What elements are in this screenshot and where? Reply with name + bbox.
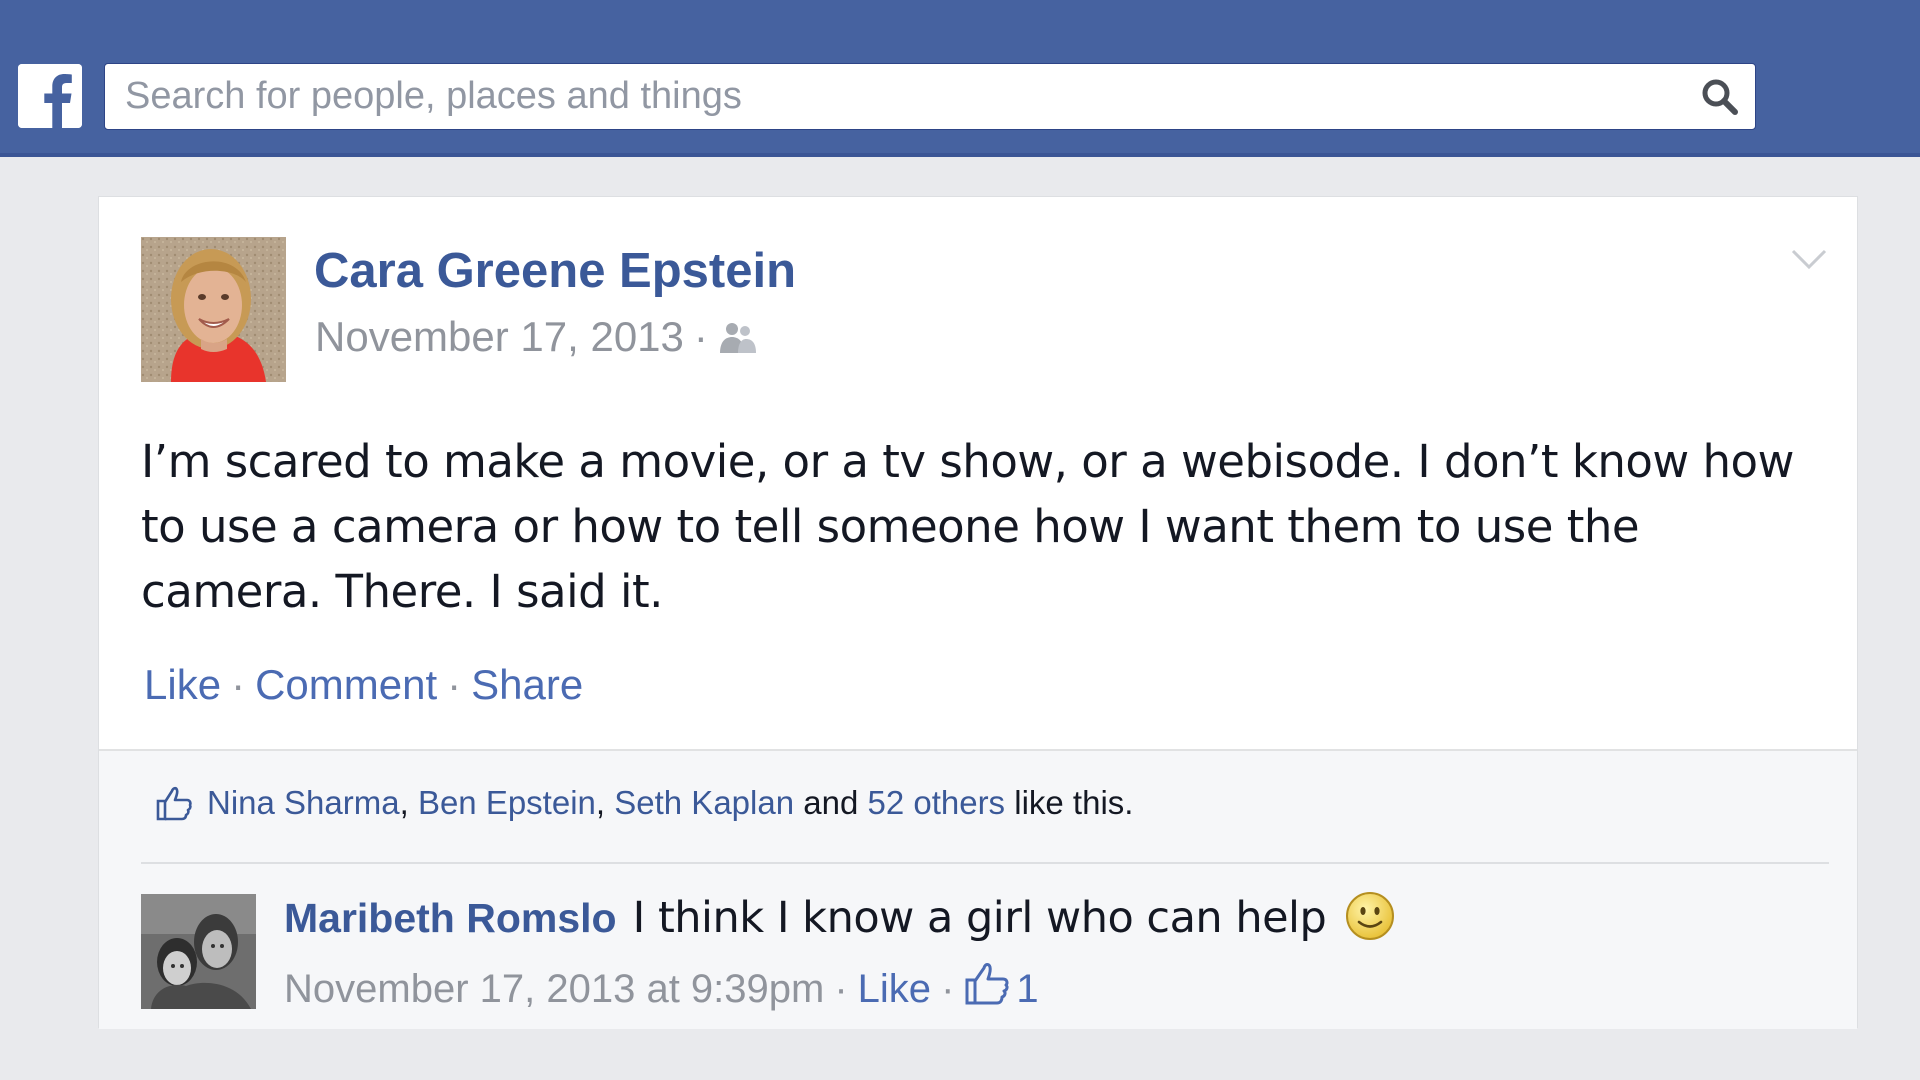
chevron-down-icon[interactable] xyxy=(1789,243,1829,273)
likes-others-link[interactable]: 52 others xyxy=(867,784,1005,821)
thumbs-up-icon[interactable] xyxy=(964,960,1010,1006)
share-link[interactable]: Share xyxy=(471,661,583,708)
comment-like-link[interactable]: Like xyxy=(858,967,931,1011)
liker-name[interactable]: Seth Kaplan xyxy=(614,784,794,821)
friends-icon[interactable] xyxy=(718,319,758,355)
comment-like-count[interactable]: 1 xyxy=(1016,967,1038,1011)
comment: Maribeth Romslo I think I know a girl who… xyxy=(284,890,1396,943)
facebook-logo-icon[interactable] xyxy=(18,64,82,128)
meta-separator: · xyxy=(834,967,848,1011)
divider xyxy=(141,862,1829,864)
post-actions: Like · Comment · Share xyxy=(144,661,583,709)
liker-name[interactable]: Ben Epstein xyxy=(418,784,596,821)
liker-name[interactable]: Nina Sharma xyxy=(207,784,400,821)
action-separator: · xyxy=(447,661,462,708)
search-box xyxy=(104,63,1756,130)
comment-author[interactable]: Maribeth Romslo xyxy=(284,895,617,941)
post-card: Cara Greene Epstein November 17, 2013 · I… xyxy=(98,196,1858,1029)
comma: , xyxy=(595,784,606,821)
author-name[interactable]: Cara Greene Epstein xyxy=(314,243,796,299)
like-link[interactable]: Like xyxy=(144,661,221,708)
meta-separator: · xyxy=(693,313,708,360)
comment-link[interactable]: Comment xyxy=(255,661,437,708)
likes-and: and xyxy=(803,784,859,821)
smiley-icon xyxy=(1346,892,1395,940)
author-avatar[interactable] xyxy=(141,237,286,382)
search-icon[interactable] xyxy=(1699,76,1741,118)
likes-suffix: like this. xyxy=(1014,784,1134,821)
post-date[interactable]: November 17, 2013 xyxy=(315,313,684,360)
comment-text: I think I know a girl who can help xyxy=(632,893,1327,943)
comma: , xyxy=(399,784,409,821)
post-body: I’m scared to make a movie, or a tv show… xyxy=(141,435,1794,618)
meta-separator: · xyxy=(941,967,955,1011)
top-bar xyxy=(0,0,1920,157)
post-meta: November 17, 2013 · xyxy=(315,313,758,361)
likes-summary: Nina Sharma, Ben Epstein, Seth Kaplan an… xyxy=(155,784,1133,822)
search-input[interactable] xyxy=(105,64,1665,129)
commenter-avatar[interactable] xyxy=(141,894,256,1009)
comment-meta: November 17, 2013 at 9:39pm · Like · 1 xyxy=(284,960,1039,1012)
thumbs-up-icon xyxy=(156,786,192,821)
action-separator: · xyxy=(231,661,246,708)
comment-timestamp[interactable]: November 17, 2013 at 9:39pm xyxy=(284,967,824,1011)
